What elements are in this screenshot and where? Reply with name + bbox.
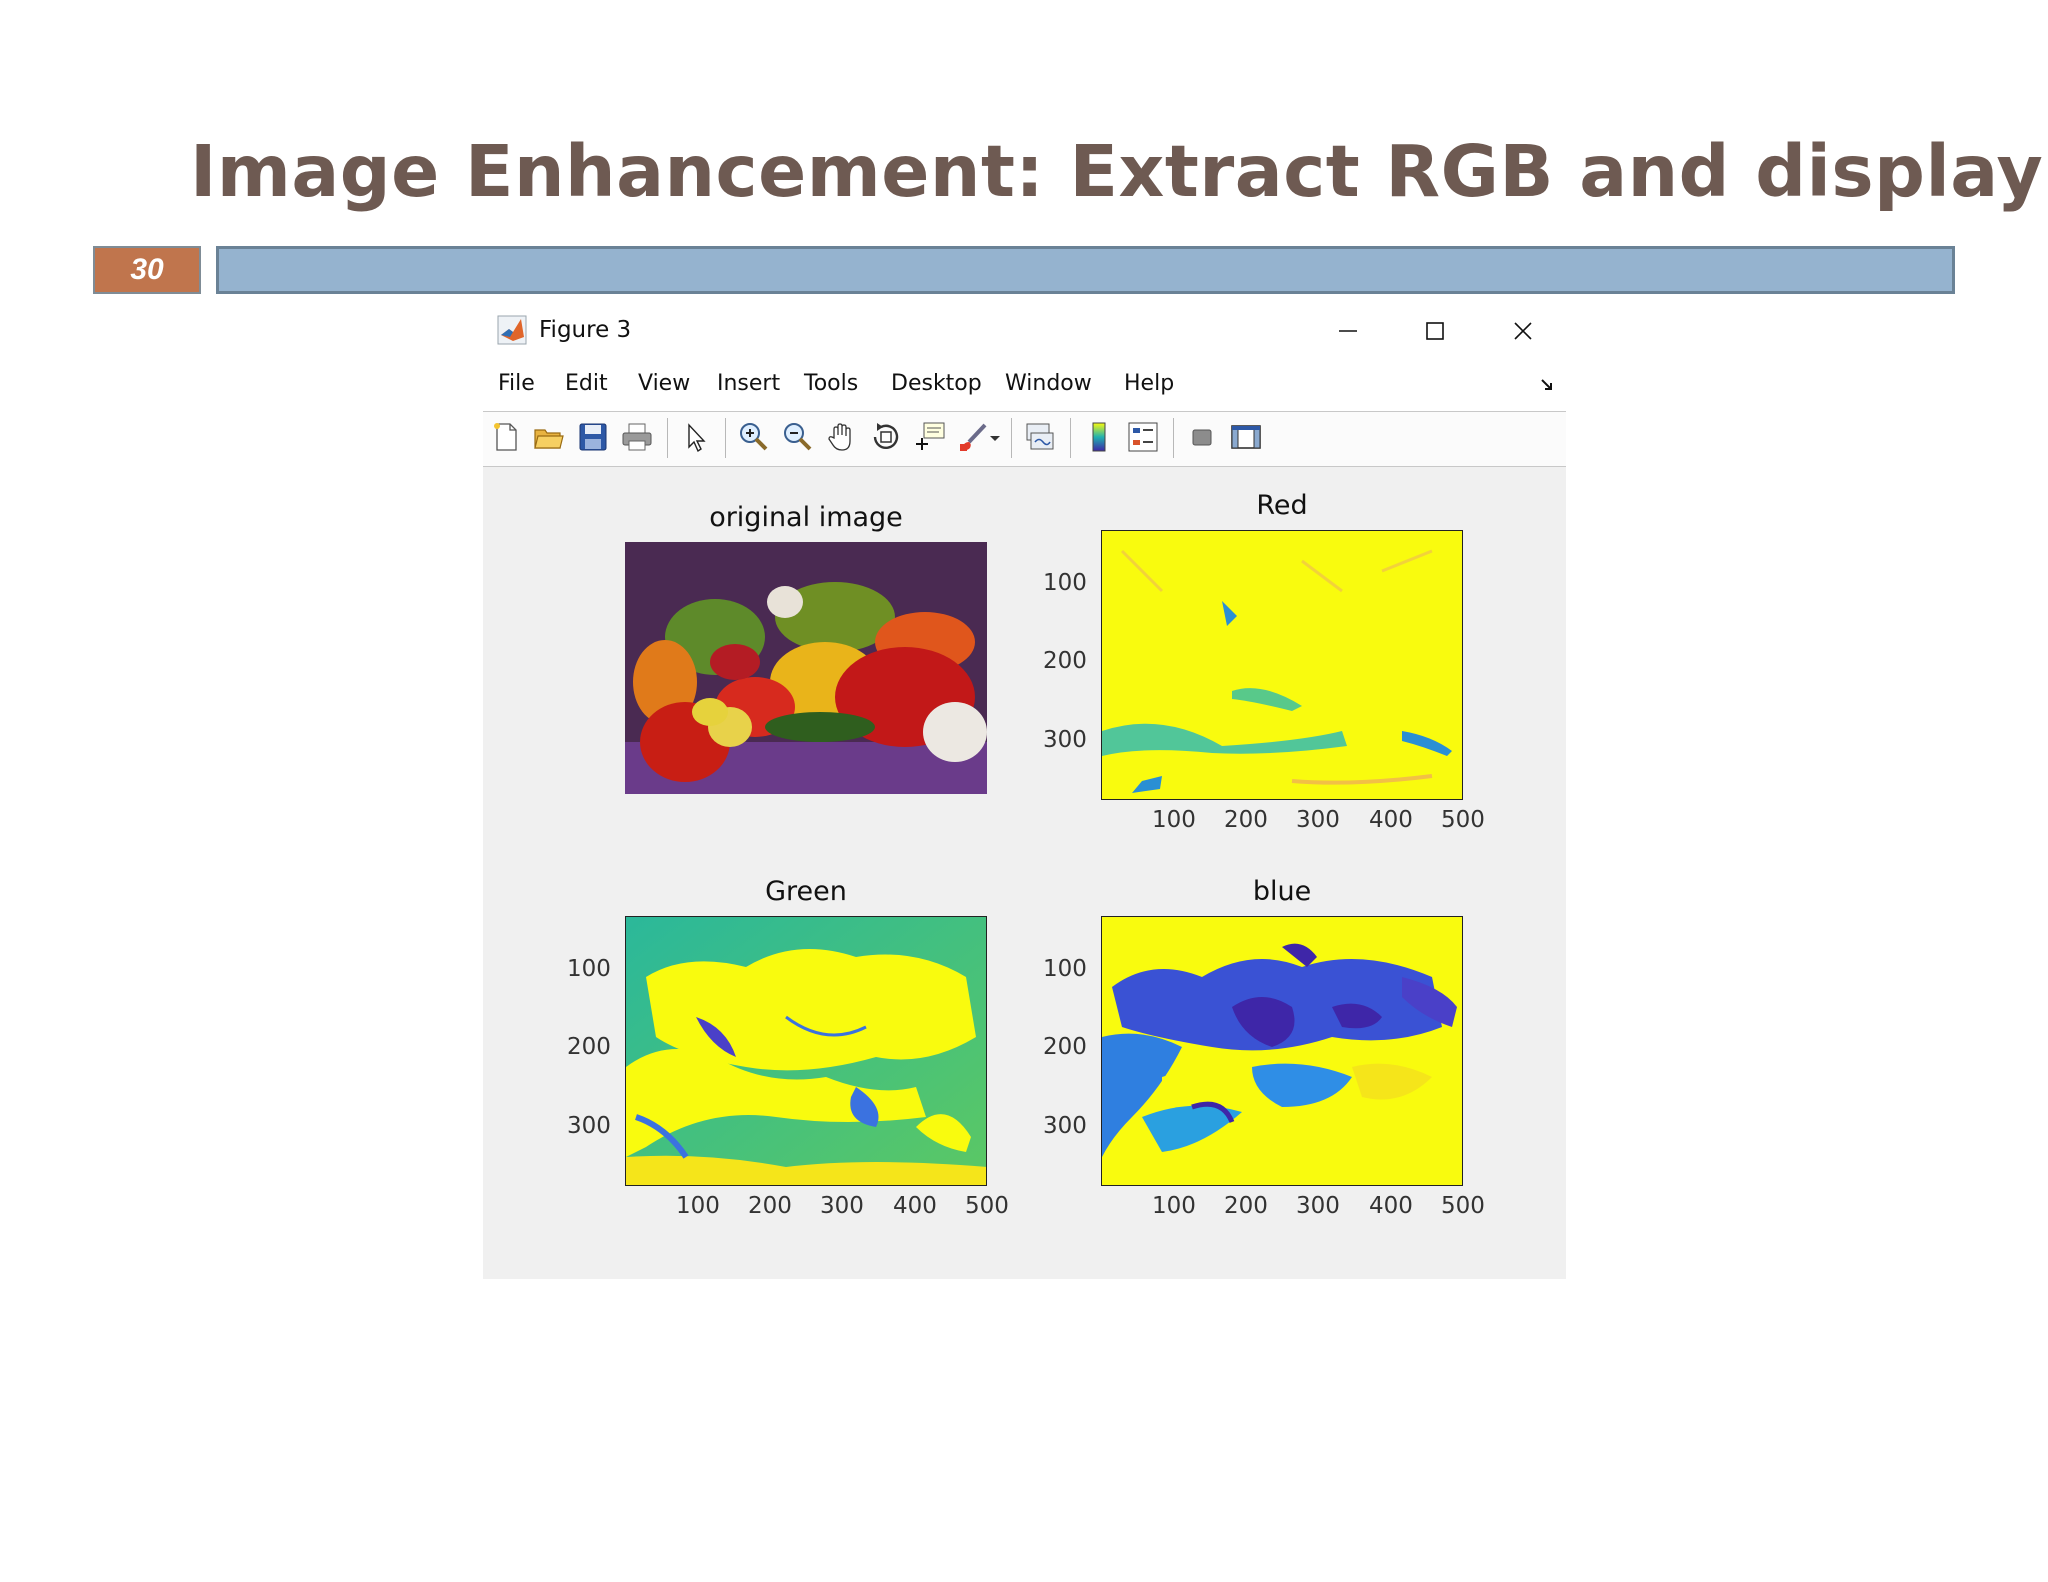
window-titlebar[interactable]: Figure 3 bbox=[483, 305, 1566, 357]
legend-icon[interactable] bbox=[1126, 420, 1160, 454]
menu-help[interactable]: Help bbox=[1124, 371, 1174, 396]
blue-xtick: 100 bbox=[1152, 1193, 1196, 1219]
menu-bar: File Edit View Insert Tools Desktop Wind… bbox=[483, 367, 1566, 405]
red-ytick: 200 bbox=[1043, 648, 1087, 674]
green-xtick: 400 bbox=[893, 1193, 937, 1219]
colorbar-icon[interactable] bbox=[1082, 420, 1116, 454]
blue-xtick: 500 bbox=[1441, 1193, 1485, 1219]
axes-title-green: Green bbox=[765, 876, 847, 907]
show-plot-tools-icon[interactable] bbox=[1229, 420, 1263, 454]
minimize-icon[interactable] bbox=[1328, 311, 1368, 351]
figure-toolbar bbox=[483, 411, 1566, 467]
red-xtick: 200 bbox=[1224, 807, 1268, 833]
matlab-logo-icon bbox=[497, 315, 527, 345]
blue-ytick: 200 bbox=[1043, 1034, 1087, 1060]
blue-channel-plot bbox=[1101, 916, 1463, 1186]
menu-desktop[interactable]: Desktop bbox=[891, 371, 982, 396]
new-figure-icon[interactable] bbox=[489, 420, 523, 454]
zoom-in-icon[interactable] bbox=[737, 420, 771, 454]
green-xtick: 200 bbox=[748, 1193, 792, 1219]
menu-file[interactable]: File bbox=[498, 371, 535, 396]
maximize-icon[interactable] bbox=[1415, 311, 1455, 351]
toolbar-separator bbox=[725, 418, 726, 458]
link-plot-icon[interactable] bbox=[1023, 420, 1057, 454]
brush-icon[interactable] bbox=[957, 420, 991, 454]
close-icon[interactable] bbox=[1503, 311, 1543, 351]
menu-edit[interactable]: Edit bbox=[565, 371, 608, 396]
green-ytick: 100 bbox=[567, 956, 611, 982]
axes-title-blue: blue bbox=[1252, 876, 1312, 907]
red-xtick: 100 bbox=[1152, 807, 1196, 833]
toolbar-separator bbox=[1070, 418, 1071, 458]
menu-view[interactable]: View bbox=[638, 371, 690, 396]
slide-number: 30 bbox=[93, 246, 201, 294]
undock-arrow-icon[interactable] bbox=[1540, 377, 1554, 396]
save-icon[interactable] bbox=[576, 420, 610, 454]
window-title: Figure 3 bbox=[539, 317, 632, 343]
green-xtick: 100 bbox=[676, 1193, 720, 1219]
zoom-out-icon[interactable] bbox=[781, 420, 815, 454]
red-ytick: 300 bbox=[1043, 727, 1087, 753]
menu-tools[interactable]: Tools bbox=[804, 371, 858, 396]
title-decoration-strip bbox=[216, 246, 1955, 294]
figure-window: Figure 3 File Edit View Insert Tools Des… bbox=[483, 305, 1566, 1279]
pan-hand-icon[interactable] bbox=[825, 420, 859, 454]
green-channel-plot bbox=[625, 916, 987, 1186]
toolbar-separator bbox=[1173, 418, 1174, 458]
slide-title: Image Enhancement: Extract RGB and displ… bbox=[190, 130, 2044, 213]
toolbar-separator bbox=[667, 418, 668, 458]
hide-plot-tools-icon[interactable] bbox=[1185, 420, 1219, 454]
axes-title-original: original image bbox=[709, 502, 903, 533]
print-icon[interactable] bbox=[620, 420, 654, 454]
blue-ytick: 100 bbox=[1043, 956, 1087, 982]
red-ytick: 100 bbox=[1043, 570, 1087, 596]
rotate-3d-icon[interactable] bbox=[869, 420, 903, 454]
blue-xtick: 200 bbox=[1224, 1193, 1268, 1219]
open-file-icon[interactable] bbox=[532, 420, 566, 454]
data-cursor-icon[interactable] bbox=[913, 420, 947, 454]
axes-title-red: Red bbox=[1256, 490, 1308, 521]
green-xtick: 300 bbox=[820, 1193, 864, 1219]
edit-plot-arrow-icon[interactable] bbox=[679, 420, 713, 454]
toolbar-separator bbox=[1011, 418, 1012, 458]
blue-ytick: 300 bbox=[1043, 1113, 1087, 1139]
original-image bbox=[625, 542, 987, 794]
green-ytick: 300 bbox=[567, 1113, 611, 1139]
red-channel-plot bbox=[1101, 530, 1463, 800]
green-ytick: 200 bbox=[567, 1034, 611, 1060]
menu-window[interactable]: Window bbox=[1005, 371, 1092, 396]
green-xtick: 500 bbox=[965, 1193, 1009, 1219]
menu-insert[interactable]: Insert bbox=[717, 371, 780, 396]
red-xtick: 400 bbox=[1369, 807, 1413, 833]
figure-canvas[interactable]: original image Red 100 200 300 100 200 3… bbox=[483, 467, 1566, 1279]
red-xtick: 500 bbox=[1441, 807, 1485, 833]
blue-xtick: 300 bbox=[1296, 1193, 1340, 1219]
blue-xtick: 400 bbox=[1369, 1193, 1413, 1219]
red-xtick: 300 bbox=[1296, 807, 1340, 833]
brush-dropdown-icon[interactable] bbox=[987, 420, 1003, 454]
